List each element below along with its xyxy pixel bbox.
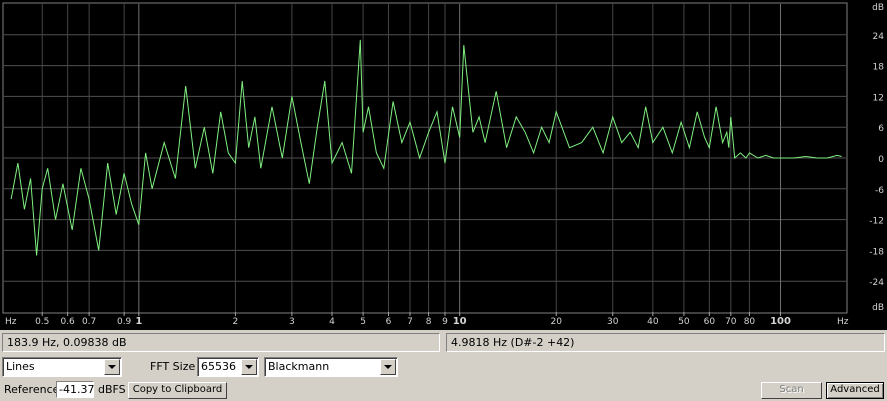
advanced-button[interactable]: Advanced <box>826 382 884 399</box>
cursor-readout-text: 183.9 Hz, 0.09838 dB <box>7 336 127 349</box>
x-tick-label: 7 <box>407 317 413 327</box>
x-tick-label: 0.9 <box>117 317 132 327</box>
x-tick-label: 30 <box>607 317 619 327</box>
y-tick-label: 0 <box>878 155 884 165</box>
x-tick-label: 10 <box>453 316 467 327</box>
y-tick-label: -24 <box>869 278 884 288</box>
chevron-down-icon[interactable] <box>380 359 396 375</box>
y-tick-label: 6 <box>878 124 884 134</box>
y-unit-label-top: dB <box>872 3 884 13</box>
x-tick-label: 3 <box>289 317 295 327</box>
x-tick-label: 0.7 <box>82 317 96 327</box>
chevron-down-icon[interactable] <box>104 359 120 375</box>
copy-to-clipboard-button[interactable]: Copy to Clipboard <box>128 382 227 399</box>
chevron-down-icon[interactable] <box>241 359 257 375</box>
x-unit-label-right: Hz <box>837 317 849 327</box>
y-tick-label: -6 <box>875 186 884 196</box>
x-tick-label: 0.6 <box>60 317 75 327</box>
fft-size-value: 65536 <box>201 360 236 373</box>
x-tick-label: 80 <box>744 317 756 327</box>
spectrum-chart[interactable]: 24181260-6-12-18-24dBdB 0.5 0.6 0.7 0.9 1 2 3 4… <box>0 0 887 330</box>
x-tick-label: 9 <box>442 317 448 327</box>
x-tick-label: 2 <box>233 317 239 327</box>
window-select[interactable]: Blackmann <box>264 357 398 377</box>
window-value: Blackmann <box>268 360 330 373</box>
x-tick-label: 100 <box>770 316 791 327</box>
x-tick-label: 60 <box>704 317 716 327</box>
reference-label: Reference <box>4 383 60 396</box>
x-tick-label: 5 <box>360 317 366 327</box>
scan-button[interactable]: Scan <box>761 382 822 399</box>
x-tick-label: 40 <box>647 317 659 327</box>
y-tick-label: -12 <box>869 217 884 227</box>
y-unit-label-bottom: dB <box>872 303 884 313</box>
y-tick-label: 24 <box>873 32 885 42</box>
x-tick-label: 20 <box>551 317 563 327</box>
y-tick-label: -18 <box>869 247 884 257</box>
fft-size-select[interactable]: 65536 <box>197 357 259 377</box>
fft-size-label: FFT Size <box>150 360 196 373</box>
peak-readout: 4.9818 Hz (D#-2 +42) <box>446 333 885 352</box>
y-tick-label: 12 <box>873 93 884 103</box>
x-tick-label: 1 <box>135 316 142 327</box>
x-tick-label: 4 <box>329 317 335 327</box>
cursor-readout: 183.9 Hz, 0.09838 dB <box>2 333 440 352</box>
y-tick-label: 18 <box>873 63 885 73</box>
x-axis: 0.5 0.6 0.7 0.9 1 2 3 4 5 6 7 8 9 10 20 30 40 50 60 70 80 100… <box>5 312 849 327</box>
display-mode-select[interactable]: Lines <box>2 357 122 377</box>
reference-input[interactable]: -41.37 <box>56 381 94 398</box>
x-tick-label: 8 <box>426 317 432 327</box>
spectrum-plot[interactable]: 24 18 12 6 0 -6 -12 -18 -24 dB dB 0.5 0.6 0.7 0.9 1 2 3 4… <box>0 0 887 330</box>
x-tick-label: 70 <box>725 317 737 327</box>
x-unit-label-left: Hz <box>5 317 17 327</box>
x-tick-label: 50 <box>678 317 690 327</box>
x-tick-label: 6 <box>386 317 392 327</box>
display-mode-value: Lines <box>6 360 35 373</box>
x-tick-label: 0.5 <box>35 317 49 327</box>
reference-unit: dBFS <box>98 383 126 396</box>
peak-readout-text: 4.9818 Hz (D#-2 +42) <box>451 336 575 349</box>
y-axis: 24 18 12 6 0 -6 -12 -18 -24 dB dB <box>869 3 884 313</box>
